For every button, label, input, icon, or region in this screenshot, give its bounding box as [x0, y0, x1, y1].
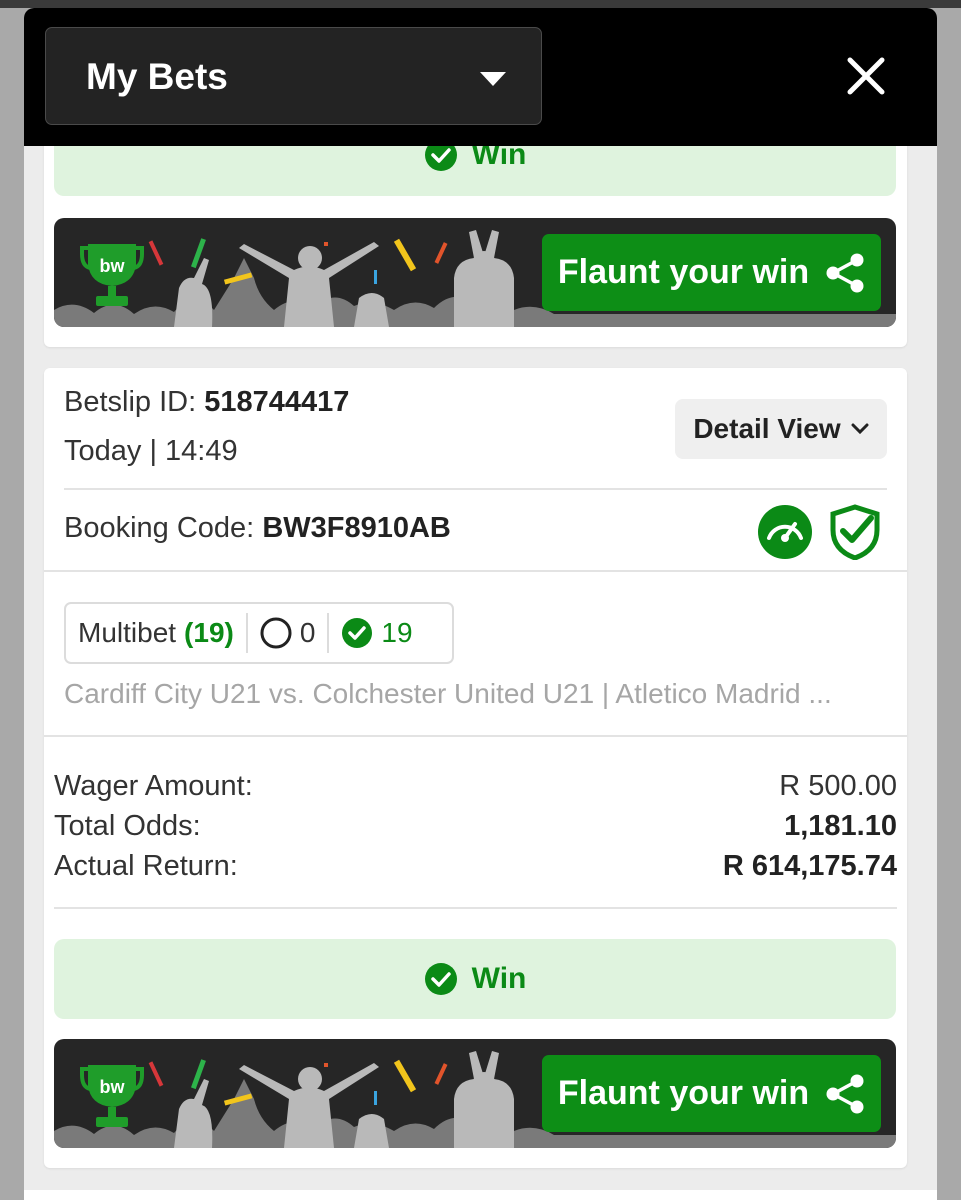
speedometer-icon[interactable] [757, 504, 813, 560]
flaunt-banner: bw Flaunt your win [54, 1039, 896, 1148]
page-title: My Bets [86, 56, 228, 97]
booking-row: Booking Code: BW3F8910AB [64, 512, 451, 545]
multibet-legs: (19) [184, 617, 234, 648]
detail-view-label: Detail View [693, 413, 841, 444]
bet-datetime: Today | 14:49 [64, 435, 238, 467]
odds-label: Total Odds: [54, 810, 201, 842]
divider [44, 570, 907, 572]
return-value: R 614,175.74 [722, 850, 897, 882]
svg-text:bw: bw [100, 256, 126, 276]
status-strip [0, 0, 961, 8]
chevron-down-icon [851, 423, 869, 435]
bet-card: Betslip ID: 518744417 Today | 14:49 Deta… [44, 368, 907, 1168]
divider [44, 735, 907, 737]
wager-label: Wager Amount: [54, 770, 253, 802]
open-count: 0 [299, 617, 316, 648]
flaunt-your-win-button[interactable]: Flaunt your win [542, 234, 881, 311]
share-icon [826, 1074, 864, 1113]
flaunt-label: Flaunt your win [557, 1074, 810, 1112]
bw-trophy-logo: bw [80, 244, 144, 306]
won-count: 19 [381, 617, 413, 648]
flaunt-label: Flaunt your win [557, 253, 810, 291]
status-icons [757, 504, 881, 560]
return-label: Actual Return: [54, 850, 238, 882]
multibet-label: Multibet [78, 617, 177, 648]
detail-view-button[interactable]: Detail View [675, 399, 887, 459]
flaunt-your-win-button[interactable]: Flaunt your win [542, 1055, 881, 1132]
shield-check-icon[interactable] [829, 504, 881, 560]
my-bets-panel: My Bets Win bw Flaunt your win Betslip I… [24, 8, 937, 1200]
wager-value: R 500.00 [779, 770, 897, 802]
odds-value: 1,181.10 [784, 810, 897, 842]
booking-label: Booking Code: [64, 512, 255, 544]
svg-text:bw: bw [100, 1077, 126, 1097]
next-card-edge [24, 1190, 937, 1200]
booking-code: BW3F8910AB [262, 512, 451, 544]
win-status-bar: Win [54, 939, 896, 1019]
multibet-count: Multibet (19) [66, 613, 246, 653]
betslip-row: Betslip ID: 518744417 [64, 386, 349, 419]
check-circle-icon [342, 618, 373, 648]
win-label: Win [471, 962, 527, 995]
won-legs: 19 [329, 613, 424, 653]
divider [64, 488, 887, 490]
caret-down-icon [480, 72, 506, 86]
check-circle-icon [424, 963, 457, 995]
betslip-id: 518744417 [204, 386, 350, 418]
events-summary: Cardiff City U21 vs. Colchester United U… [64, 678, 832, 709]
header: My Bets [24, 8, 937, 146]
flaunt-banner: bw Flaunt your win [54, 218, 896, 327]
close-icon[interactable] [842, 52, 890, 100]
betslip-label: Betslip ID: [64, 386, 197, 418]
bw-trophy-logo: bw [80, 1065, 144, 1127]
open-circle-icon [260, 617, 292, 649]
multibet-summary: Multibet (19) 0 19 [64, 602, 454, 664]
share-icon [826, 253, 864, 292]
open-legs: 0 [248, 613, 328, 653]
divider [54, 907, 897, 909]
bets-filter-dropdown[interactable]: My Bets [45, 27, 542, 125]
